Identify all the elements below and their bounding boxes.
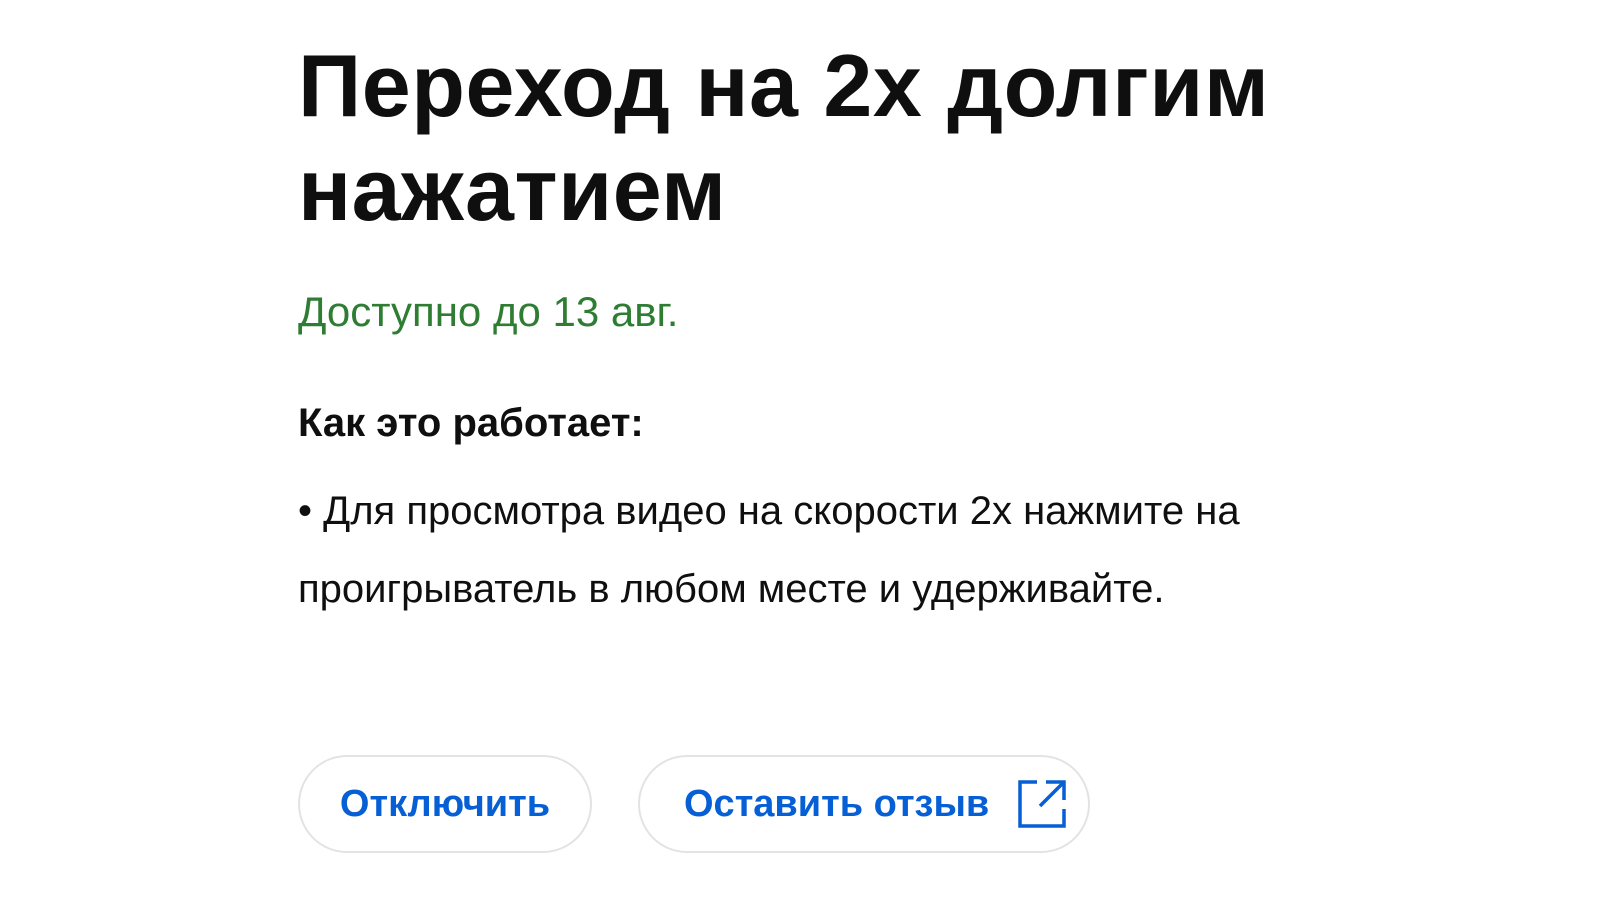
disable-button-label: Отключить: [339, 782, 551, 825]
how-it-works-description: • Для просмотра видео на скорости 2x наж…: [298, 489, 1240, 611]
disable-button[interactable]: Отключить: [298, 755, 592, 853]
experiment-card: Переход на 2x долгим нажатием Доступно д…: [298, 0, 1298, 853]
how-it-works-heading: Как это работает:: [298, 401, 644, 445]
action-buttons: Отключить Оставить отзыв: [298, 755, 1090, 853]
feedback-button-label: Оставить отзыв: [684, 782, 990, 825]
availability-note: Доступно до 13 авг.: [298, 288, 679, 335]
leave-feedback-button[interactable]: Оставить отзыв: [638, 755, 1090, 853]
external-link-icon: [1015, 777, 1069, 831]
page-title: Переход на 2x долгим нажатием: [298, 36, 1270, 239]
